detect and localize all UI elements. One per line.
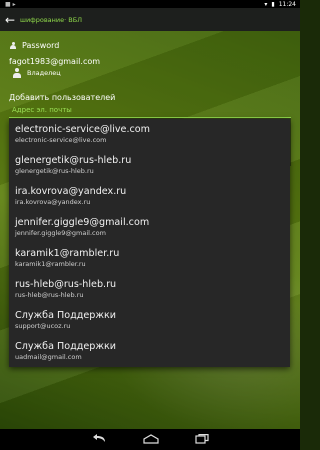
back-nav-icon[interactable] — [90, 432, 110, 446]
status-indicators: ▾ ▮ 11:24 — [264, 0, 296, 8]
suggestion-email: glenergetik@rus-hleb.ru — [15, 167, 94, 175]
battery-icon: ▮ — [271, 0, 275, 8]
suggestion-item[interactable]: Служба Поддержки support@ucoz.ru — [9, 305, 290, 336]
suggestion-item[interactable]: ira.kovrova@yandex.ru ira.kovrova@yandex.… — [9, 181, 290, 212]
suggestion-name: jennifer.giggle9@gmail.com — [15, 217, 150, 228]
email-suggestions-dropdown: electronic-service@live.com electronic-se… — [9, 119, 290, 367]
suggestion-name: karamik1@rambler.ru — [15, 248, 120, 259]
person-icon — [9, 41, 17, 50]
suggestion-email: ira.kovrova@yandex.ru — [15, 198, 91, 206]
suggestion-name: Служба Поддержки — [15, 341, 117, 352]
suggestion-item[interactable]: karamik1@rambler.ru karamik1@rambler.ru — [9, 243, 290, 274]
suggestion-item[interactable]: jennifer.giggle9@gmail.com jennifer.giggl… — [9, 212, 290, 243]
suggestion-name: electronic-service@live.com — [15, 124, 151, 135]
add-user-title-text: Добавить пользователей — [9, 93, 116, 102]
owner-email: fagot1983@gmail.com — [9, 57, 101, 66]
suggestion-email: jennifer.giggle9@gmail.com — [15, 229, 106, 237]
suggestion-item[interactable]: Служба Поддержки uadmail@gmail.com — [9, 336, 290, 367]
action-bar: ← шифрование· ВБЛ — [0, 8, 300, 31]
navigation-bar — [0, 429, 300, 450]
suggestion-email: rus-hleb@rus-hleb.ru — [15, 291, 84, 299]
password-row[interactable]: Password — [9, 41, 59, 50]
person-icon — [12, 68, 22, 78]
suggestion-item[interactable]: glenergetik@rus-hleb.ru glenergetik@rus-h… — [9, 150, 290, 181]
page-title: шифрование· ВБЛ — [20, 15, 83, 24]
suggestion-name: Служба Поддержки — [15, 310, 117, 321]
suggestion-name: glenergetik@rus-hleb.ru — [15, 155, 132, 166]
home-nav-icon[interactable] — [141, 432, 161, 446]
password-label: Password — [22, 41, 60, 50]
suggestion-email: uadmail@gmail.com — [15, 353, 82, 361]
suggestion-item[interactable]: electronic-service@live.com electronic-se… — [9, 119, 290, 150]
suggestion-email: support@ucoz.ru — [15, 322, 71, 330]
owner-email-row: fagot1983@gmail.com — [9, 57, 100, 66]
suggestion-email: electronic-service@live.com — [15, 136, 107, 144]
suggestion-item[interactable]: rus-hleb@rus-hleb.ru rus-hleb@rus-hleb.ru — [9, 274, 290, 305]
clock: 11:24 — [278, 0, 296, 8]
notification-icons: ■ ▸ — [5, 0, 16, 8]
suggestion-email: karamik1@rambler.ru — [15, 260, 86, 268]
status-bar: ■ ▸ ▾ ▮ 11:24 — [0, 0, 300, 8]
recents-nav-icon[interactable] — [192, 432, 212, 446]
suggestion-name: ira.kovrova@yandex.ru — [15, 186, 127, 197]
owner-role-row: Владелец — [12, 68, 61, 78]
suggestion-name: rus-hleb@rus-hleb.ru — [15, 279, 117, 290]
owner-role: Владелец — [27, 69, 61, 77]
email-input-hint[interactable]: Адрес эл. почты — [12, 106, 72, 114]
signal-icon: ▾ — [264, 0, 268, 8]
add-user-title: Добавить пользователей — [9, 93, 115, 102]
arrow-left-icon[interactable]: ← — [0, 8, 20, 31]
